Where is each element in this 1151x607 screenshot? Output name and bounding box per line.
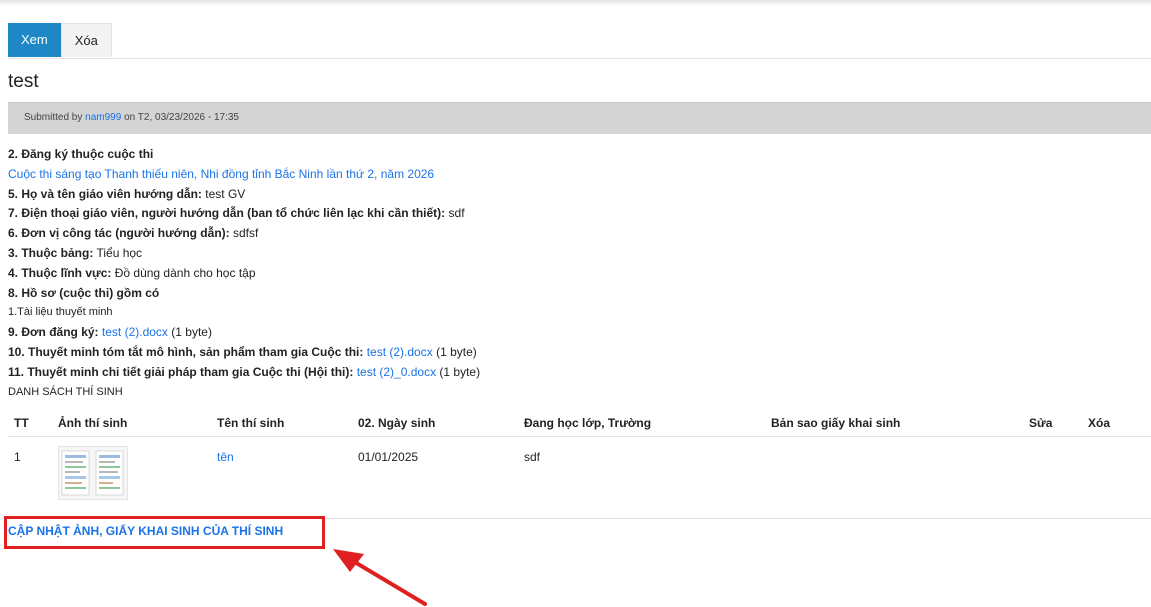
cell-school: sdf: [518, 436, 765, 519]
field-application-form: 9. Đơn đăng ký: test (2).docx (1 byte): [8, 325, 212, 340]
students-table: TT Ảnh thí sinh Tên thí sinh 02. Ngày si…: [8, 410, 1151, 519]
tab-view[interactable]: Xem: [8, 23, 61, 57]
node-content: 2. Đăng ký thuộc cuộc thi Cuộc thi sáng …: [8, 145, 1148, 402]
application-file-link[interactable]: test (2).docx: [102, 325, 168, 339]
detail-file-size: (1 byte): [439, 364, 481, 379]
field-category: 4. Thuộc lĩnh vực: Đồ dùng dành cho học …: [8, 265, 256, 280]
tab-bar: Xem Xóa: [8, 23, 1151, 59]
student-photo-thumbnail[interactable]: [58, 446, 128, 500]
field-work-unit: 6. Đơn vị công tác (người hướng dẫn): sd…: [8, 226, 259, 241]
col-header-name: Tên thí sinh: [211, 410, 352, 437]
top-shadow: [0, 0, 1151, 6]
red-arrow-icon: [333, 549, 427, 606]
cell-delete: [1082, 436, 1151, 519]
tab-delete[interactable]: Xóa: [60, 23, 112, 57]
summary-file-size: (1 byte): [436, 344, 477, 359]
col-header-dob: 02. Ngày sinh: [352, 410, 518, 437]
col-header-birth-cert: Bản sao giấy khai sinh: [765, 410, 1023, 437]
submitted-bar: Submitted by nam999 on T2, 03/23/2026 - …: [8, 102, 1151, 134]
author-link[interactable]: nam999: [85, 112, 121, 123]
col-header-school: Đang học lớp, Trường: [518, 410, 765, 437]
cell-name: tên: [211, 436, 352, 519]
col-header-tt: TT: [8, 410, 52, 437]
field-dossier-value: 1.Tài liệu thuyết minh: [8, 306, 113, 319]
cell-photo: [52, 436, 211, 519]
student-list-heading: DANH SÁCH THÍ SINH: [8, 385, 123, 398]
submitted-date: on T2, 03/23/2026 - 17:35: [124, 112, 239, 123]
field-teacher-name: 5. Họ và tên giáo viên hướng dẫn: test G…: [8, 186, 246, 201]
page-title: test: [8, 71, 39, 92]
table-row: 1 tên 01/01/2025 sdf: [8, 436, 1151, 519]
field-summary: 10. Thuyết minh tóm tắt mô hình, sản phẩ…: [8, 344, 477, 359]
division-value: Tiểu học: [96, 245, 143, 260]
cell-dob: 01/01/2025: [352, 436, 518, 519]
cell-edit: [1023, 436, 1082, 519]
submitted-prefix: Submitted by: [24, 112, 83, 123]
col-header-delete: Xóa: [1082, 410, 1151, 437]
col-header-photo: Ảnh thí sinh: [52, 410, 211, 437]
detail-file-link[interactable]: test (2)_0.docx: [357, 365, 436, 379]
work-unit-value: sdfsf: [232, 226, 259, 241]
field-contest-label: 2. Đăng ký thuộc cuộc thi: [8, 147, 154, 161]
summary-file-link[interactable]: test (2).docx: [367, 345, 433, 359]
cell-birth-cert: [765, 436, 1023, 519]
teacher-name-value: test GV: [205, 186, 246, 201]
field-detail: 11. Thuyết minh chi tiết giải pháp tham …: [8, 364, 481, 379]
field-dossier-label: 8. Hồ sơ (cuộc thi) gồm có: [8, 285, 160, 300]
category-value: Đồ dùng dành cho học tập: [114, 265, 256, 280]
application-file-size: (1 byte): [171, 325, 212, 340]
field-contest-value: Cuộc thi sáng tạo Thanh thiếu niên, Nhi …: [8, 165, 1148, 185]
table-header-row: TT Ảnh thí sinh Tên thí sinh 02. Ngày si…: [8, 410, 1151, 437]
col-header-edit: Sửa: [1023, 410, 1082, 437]
document-thumbnail-image: [61, 450, 124, 496]
update-photo-birth-cert-link[interactable]: CẬP NHẬT ẢNH, GIẤY KHAI SINH CỦA THÍ SIN…: [8, 524, 283, 538]
field-division: 3. Thuộc bảng: Tiểu học: [8, 245, 143, 260]
cell-tt: 1: [8, 436, 52, 519]
teacher-phone-value: sdf: [448, 206, 465, 221]
student-name-link[interactable]: tên: [217, 450, 234, 464]
contest-link[interactable]: Cuộc thi sáng tạo Thanh thiếu niên, Nhi …: [8, 167, 434, 181]
field-teacher-phone: 7. Điện thoại giáo viên, người hướng dẫn…: [8, 206, 465, 221]
